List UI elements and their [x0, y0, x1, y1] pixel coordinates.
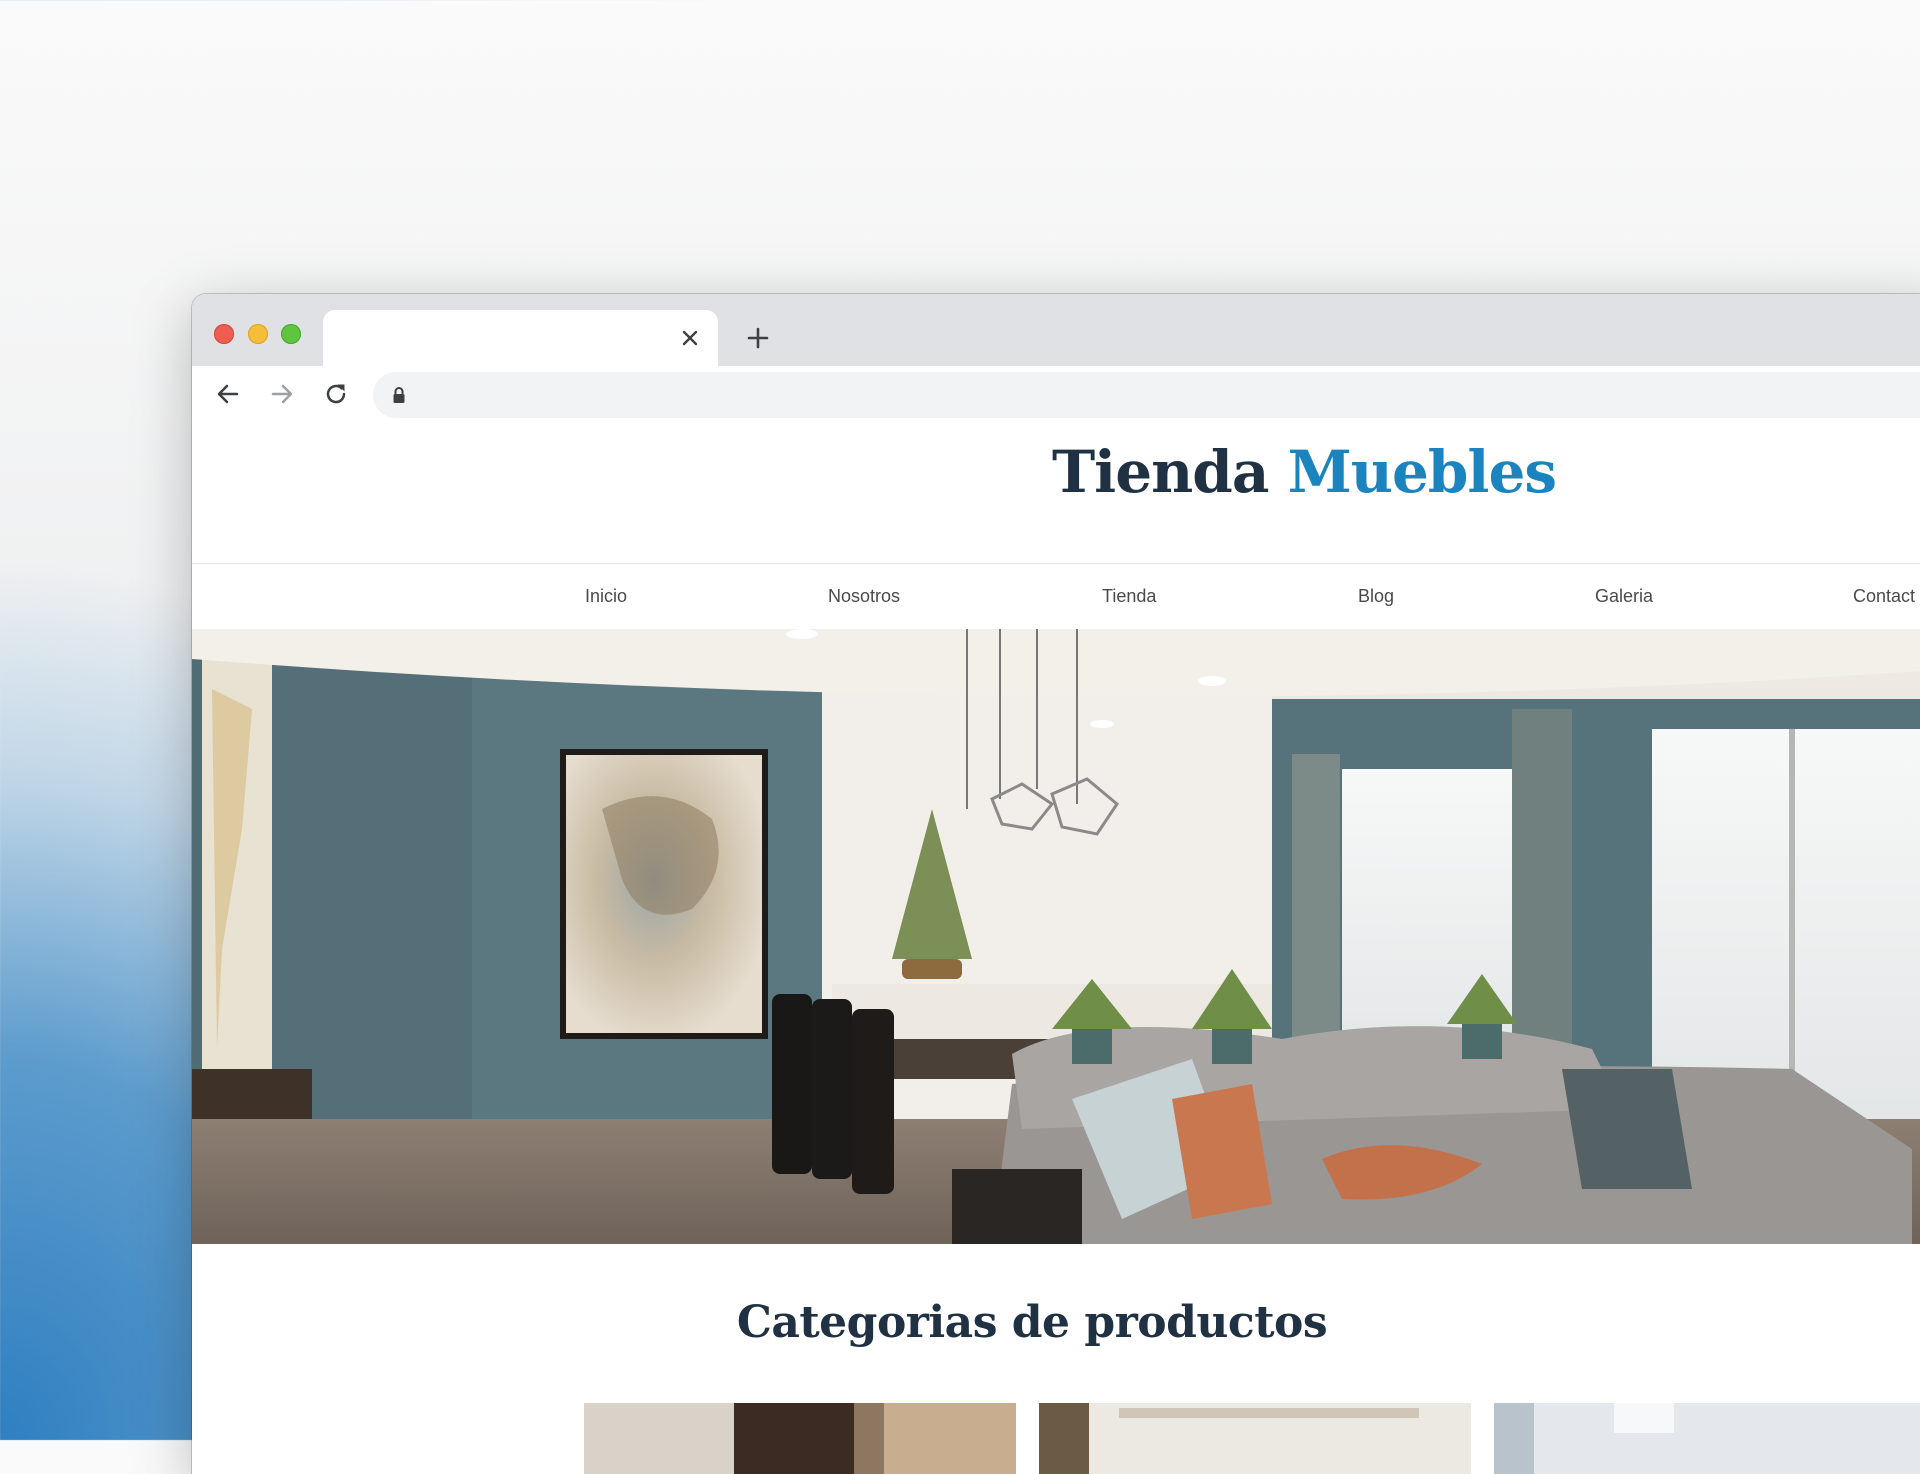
reload-icon[interactable]: [318, 376, 354, 412]
category-card-image[interactable]: [584, 1403, 1016, 1474]
brand-name: Tienda: [1052, 438, 1269, 506]
hero-image: [192, 629, 1920, 1244]
address-bar[interactable]: [373, 372, 1920, 418]
maximize-window-button[interactable]: [281, 324, 301, 344]
site-logo[interactable]: Tienda Muebles: [1052, 438, 1557, 508]
nav-item-galeria[interactable]: Galeria: [1595, 586, 1653, 607]
forward-arrow-icon[interactable]: [264, 376, 300, 412]
close-icon[interactable]: [674, 322, 706, 354]
nav-item-tienda[interactable]: Tienda: [1102, 586, 1156, 607]
tab-bar: [192, 294, 1920, 366]
browser-toolbar: [192, 366, 1920, 422]
browser-window: Tienda Muebles Inicio Nosotros Tienda Bl…: [192, 294, 1920, 1474]
category-card-image[interactable]: [1039, 1403, 1471, 1474]
brand-name-accent: Muebles: [1287, 438, 1557, 506]
back-arrow-icon[interactable]: [210, 376, 246, 412]
plus-icon[interactable]: [740, 320, 776, 356]
nav-item-nosotros[interactable]: Nosotros: [828, 586, 900, 607]
active-tab[interactable]: [323, 310, 718, 366]
minimize-window-button[interactable]: [248, 324, 268, 344]
main-navigation: Inicio Nosotros Tienda Blog Galeria Cont…: [192, 563, 1920, 630]
web-page: Tienda Muebles Inicio Nosotros Tienda Bl…: [192, 422, 1920, 1474]
nav-item-contact[interactable]: Contact: [1853, 586, 1915, 607]
nav-item-blog[interactable]: Blog: [1358, 586, 1394, 607]
section-title: Categorias de productos: [736, 1297, 1328, 1348]
nav-item-inicio[interactable]: Inicio: [585, 586, 627, 607]
lock-icon: [393, 387, 405, 403]
category-card-image[interactable]: [1494, 1403, 1920, 1474]
close-window-button[interactable]: [214, 324, 234, 344]
